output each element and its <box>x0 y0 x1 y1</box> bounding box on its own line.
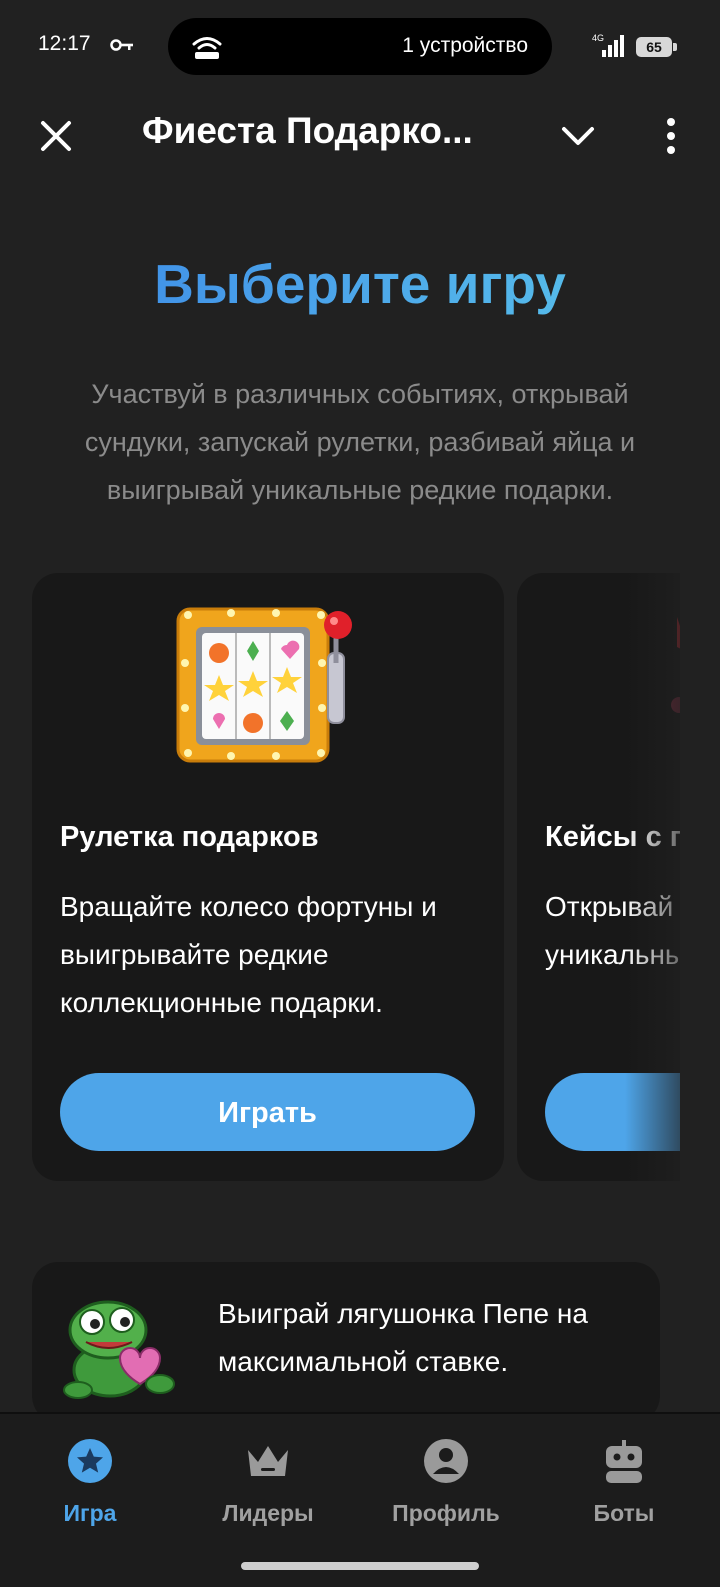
key-icon <box>110 39 133 51</box>
card-title: Кейсы с п <box>545 821 688 853</box>
network-type: 4G <box>592 33 604 43</box>
page-subtitle: Участвуй в различных событиях, открывай … <box>84 379 636 505</box>
home-indicator[interactable] <box>241 1562 479 1570</box>
card-title: Рулетка подарков <box>60 821 319 853</box>
slot-machine-icon <box>176 607 352 763</box>
robot-icon <box>606 1440 642 1483</box>
pepe-frog-icon <box>63 1300 175 1399</box>
device-count-label: 1 устройство <box>402 34 528 57</box>
carousel-edge <box>680 573 720 1181</box>
nav-item-bots[interactable]: Боты <box>534 1414 714 1552</box>
promo-text: Выиграй лягушонка Пепе на максимальной с… <box>218 1298 588 1377</box>
crown-icon <box>248 1446 288 1476</box>
profile-icon <box>424 1439 468 1483</box>
play-button[interactable]: Играть <box>60 1073 475 1151</box>
page-title: Выберите игру <box>0 252 720 316</box>
star-icon <box>68 1439 112 1483</box>
nav-label: Лидеры <box>222 1500 314 1526</box>
hotspot-icon <box>192 37 222 59</box>
nav-item-game[interactable]: Игра <box>0 1414 180 1552</box>
signal-icon: 4G <box>592 33 624 57</box>
status-bar: 12:17 1 устройство 4G 65 <box>0 0 720 92</box>
card-description: Вращайте колесо фортуны и выигрывайте ре… <box>60 891 437 1018</box>
app-header: Фиеста Подарко... <box>0 92 720 180</box>
status-time: 12:17 <box>38 32 91 55</box>
nav-label: Боты <box>593 1500 655 1526</box>
nav-item-leaders[interactable]: Лидеры <box>178 1414 358 1552</box>
promo-card[interactable]: Выиграй лягушонка Пепе на максимальной с… <box>32 1262 660 1422</box>
header-title: Фиеста Подарко... <box>142 110 473 151</box>
device-pill[interactable]: 1 устройство <box>168 18 552 75</box>
nav-label: Профиль <box>392 1500 500 1526</box>
more-vertical-icon[interactable] <box>656 112 686 160</box>
close-icon[interactable] <box>32 112 80 160</box>
battery-level: 65 <box>646 39 662 55</box>
game-card-roulette[interactable]: Рулетка подарков Вращайте колесо фортуны… <box>32 573 504 1181</box>
nav-label: Игра <box>63 1500 117 1526</box>
chevron-down-icon[interactable] <box>556 114 600 158</box>
battery-icon: 65 <box>636 37 677 57</box>
nav-item-profile[interactable]: Профиль <box>356 1414 536 1552</box>
bottom-nav: Игра Лидеры Профиль Боты <box>0 1412 720 1587</box>
